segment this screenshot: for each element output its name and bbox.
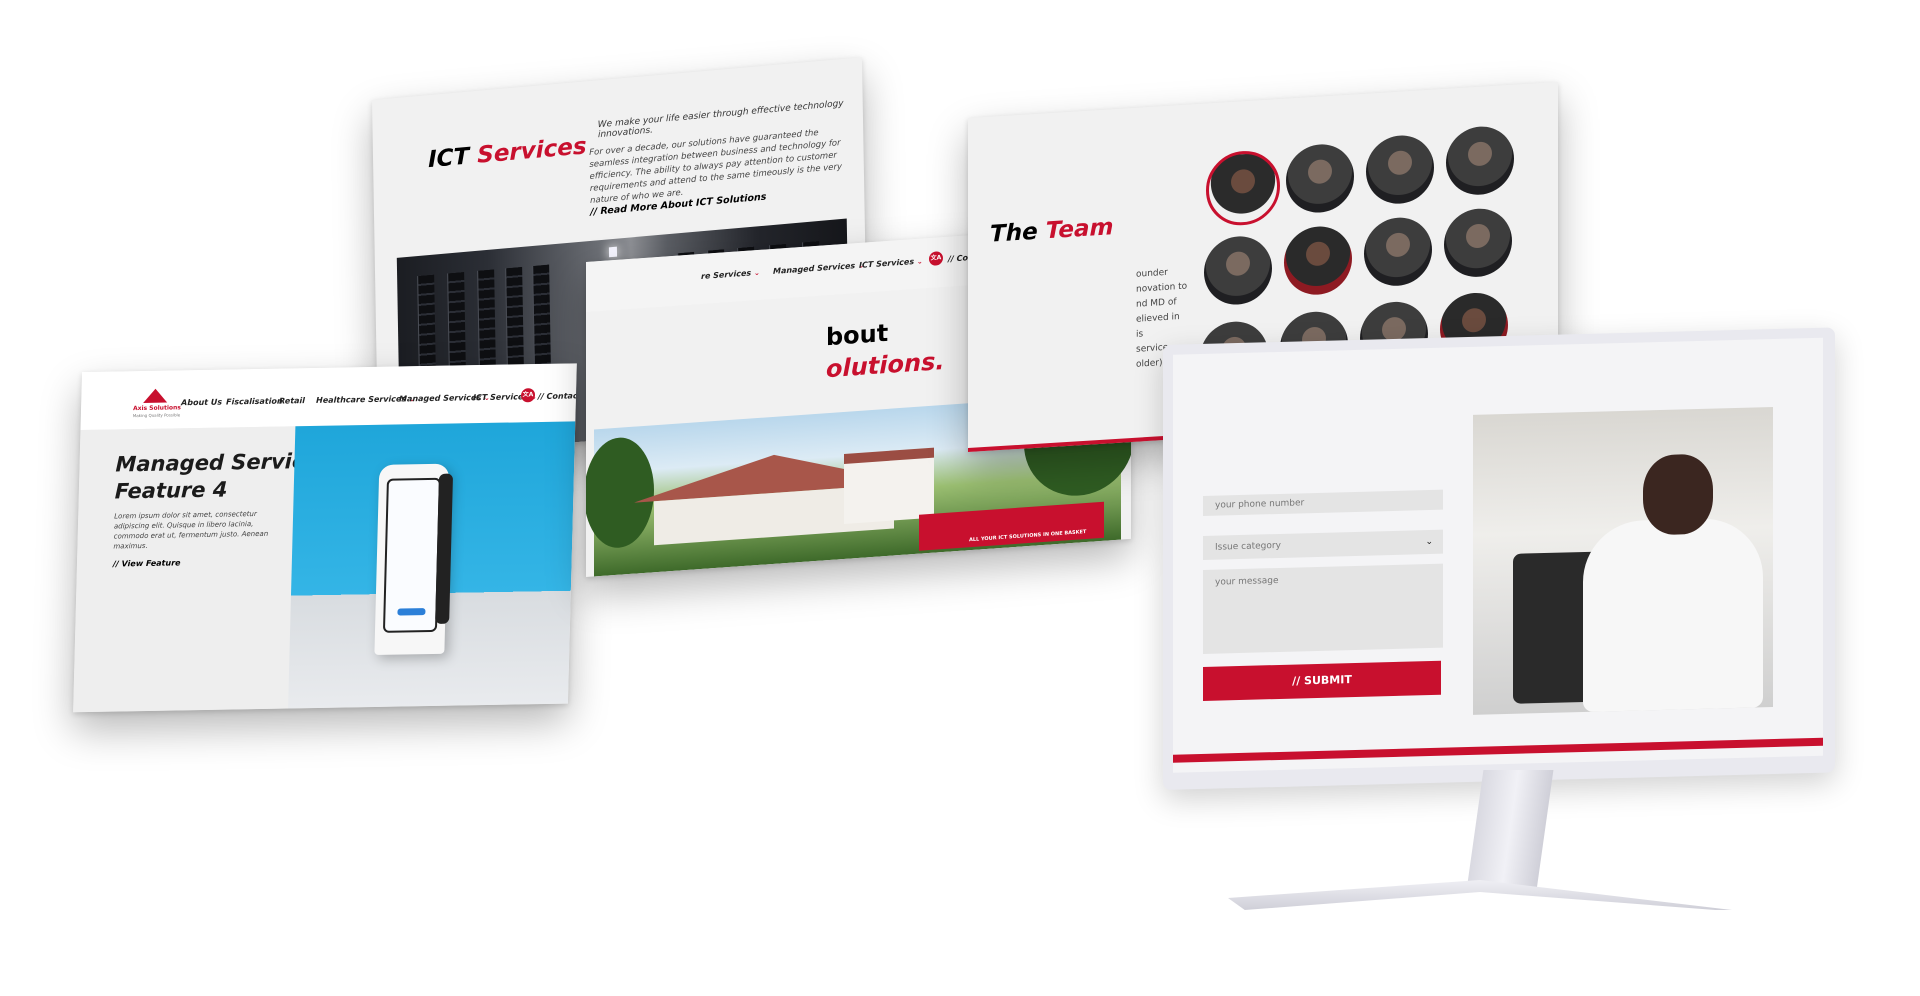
- language-icon[interactable]: 文A: [929, 251, 943, 267]
- team-title-suffix: Team: [1045, 214, 1114, 245]
- chevron-down-icon: ⌄: [1425, 536, 1433, 548]
- ict-title: ICT Services: [428, 133, 587, 173]
- managed-service-panel: Axis Solutions Making Quality Possible A…: [73, 363, 577, 713]
- logo-tagline: Making Quality Possible: [132, 412, 181, 419]
- issue-category-label: Issue category: [1215, 540, 1281, 553]
- team-title: The Team: [990, 214, 1114, 248]
- hero-body-text: Lorem ipsum dolor sit amet, consectetur …: [113, 509, 269, 551]
- hero-title-line-1: Managed Service: [115, 448, 319, 477]
- logo-wordmark: Axis Solutions: [132, 404, 181, 413]
- footer-stripe: [1173, 737, 1823, 763]
- team-member-avatar[interactable]: [1204, 234, 1272, 307]
- hero-title: Managed Service Feature 4: [114, 448, 319, 506]
- view-feature-link[interactable]: // View Feature: [113, 558, 181, 568]
- team-member-avatar[interactable]: [1206, 148, 1280, 228]
- snippet-line: elieved in: [1136, 312, 1180, 325]
- team-title-prefix: The: [990, 218, 1038, 248]
- monitor-stand-neck: [1466, 770, 1554, 890]
- nav-healthcare[interactable]: re Services ⌄: [701, 268, 760, 281]
- nav-managed-label: Managed Services: [398, 393, 482, 404]
- nav-ict-label: ICT Services: [472, 392, 529, 403]
- team-member-avatar[interactable]: [1444, 206, 1512, 279]
- nav-fiscalisation[interactable]: Fiscalisation: [226, 397, 283, 407]
- team-member-avatar[interactable]: [1284, 224, 1352, 297]
- pos-back-panel: [435, 473, 454, 624]
- phone-field[interactable]: your phone number: [1203, 489, 1443, 516]
- pos-screen: [382, 477, 441, 633]
- nav-ict[interactable]: ICT Services ⌄: [859, 256, 923, 270]
- nav-ict-label: ICT Services: [859, 257, 915, 270]
- team-member-avatar[interactable]: [1364, 215, 1432, 288]
- nav-healthcare-label: re Services: [701, 268, 752, 281]
- ict-title-prefix: ICT: [427, 143, 470, 174]
- team-member-avatar[interactable]: [1286, 142, 1354, 215]
- site-navbar: Axis Solutions Making Quality Possible A…: [80, 363, 577, 431]
- banner-text: ALL YOUR ICT SOLUTIONS IN ONE BASKET: [969, 529, 1087, 544]
- pos-device: [374, 463, 454, 655]
- company-banner: ALL YOUR ICT SOLUTIONS IN ONE BASKET: [919, 501, 1104, 551]
- ict-title-suffix: Services: [477, 133, 587, 169]
- message-field[interactable]: your message: [1203, 563, 1443, 654]
- logo-mark-icon: [143, 388, 168, 403]
- pos-device-image: [288, 421, 576, 709]
- lab-technician-photo: [1473, 407, 1773, 715]
- about-heading-line-1: bout: [826, 318, 889, 352]
- nav-contact[interactable]: // Contact Us: [538, 391, 577, 401]
- contact-page-screen: your phone number Issue category ⌄ your …: [1173, 337, 1823, 773]
- submit-button[interactable]: // SUBMIT: [1203, 660, 1441, 701]
- monitor-stand-base: [1228, 880, 1732, 910]
- axis-logo[interactable]: Axis Solutions Making Quality Possible: [132, 388, 181, 425]
- nav-managed[interactable]: Managed Services ⌄: [773, 261, 864, 276]
- desktop-monitor: your phone number Issue category ⌄ your …: [1163, 327, 1835, 790]
- issue-category-select[interactable]: Issue category ⌄: [1203, 529, 1443, 560]
- about-heading-line-2: olutions.: [826, 346, 945, 384]
- hero-title-line-2: Feature 4: [114, 477, 228, 504]
- nav-retail[interactable]: Retail: [279, 396, 305, 405]
- nav-managed-label: Managed Services: [773, 261, 856, 276]
- chevron-down-icon: ⌄: [753, 268, 760, 278]
- pos-button: [397, 608, 426, 616]
- team-member-avatar[interactable]: [1446, 124, 1514, 197]
- snippet-line: novation to: [1136, 281, 1188, 295]
- nav-about[interactable]: About Us: [181, 398, 222, 408]
- nav-healthcare-label: Healthcare Services: [315, 394, 407, 405]
- team-member-avatar[interactable]: [1366, 133, 1434, 206]
- chevron-down-icon: ⌄: [916, 257, 923, 266]
